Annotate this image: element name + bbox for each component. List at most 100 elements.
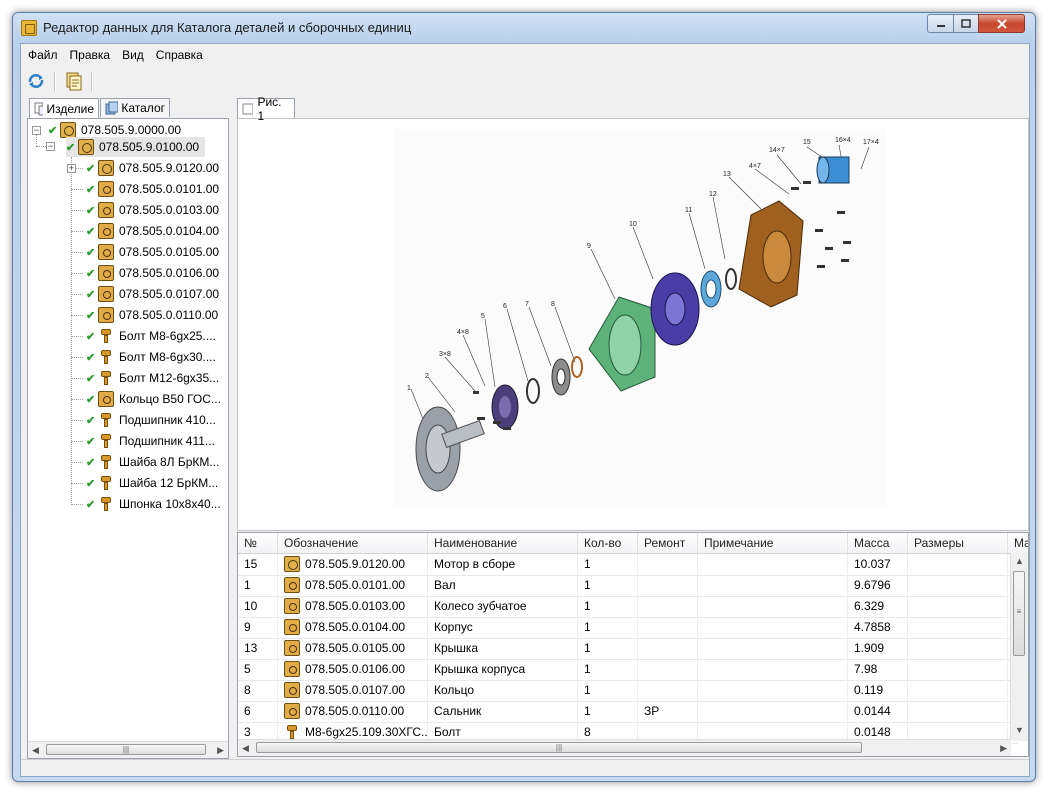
menu-help[interactable]: Справка bbox=[151, 48, 208, 62]
tree-item[interactable]: ✔ Болт М12-6gx35... bbox=[86, 368, 219, 388]
scroll-left-icon[interactable]: ◀ bbox=[32, 745, 39, 756]
tree-item[interactable]: ✔ 078.505.9.0120.00 bbox=[86, 158, 219, 178]
table-row[interactable]: 5 078.505.0.0106.00 Крышка корпуса 1 7.98 bbox=[238, 659, 1018, 681]
table-cell bbox=[908, 596, 1008, 617]
parts-table[interactable]: № Обозначение Наименование Кол-во Ремонт Прим… bbox=[237, 532, 1029, 757]
menu-view[interactable]: Вид bbox=[117, 48, 149, 62]
cell-text: 1 bbox=[584, 641, 591, 655]
table-cell bbox=[698, 617, 848, 638]
tree-item[interactable]: ✔ Шайба 12 БрКМ... bbox=[86, 473, 218, 493]
table-cell: 8 bbox=[238, 680, 278, 701]
right-tab-strip: Рис. 1 bbox=[237, 95, 1027, 123]
table-row[interactable]: 1 078.505.0.0101.00 Вал 1 9.6796 bbox=[238, 575, 1018, 597]
column-header[interactable]: Ремонт bbox=[638, 533, 698, 553]
table-cell bbox=[698, 596, 848, 617]
tree-item[interactable]: ✔ Болт М8-6gx25.... bbox=[86, 326, 216, 346]
tree-item-label: 078.505.9.0120.00 bbox=[119, 161, 220, 175]
table-cell: Крышка корпуса bbox=[428, 659, 578, 680]
tree-item[interactable]: ✔ Болт М8-6gx30.... bbox=[86, 347, 216, 367]
scroll-down-icon[interactable]: ▼ bbox=[1015, 725, 1024, 735]
table-row[interactable]: 8 078.505.0.0107.00 Кольцо 1 0.119 bbox=[238, 680, 1018, 702]
menu-edit[interactable]: Правка bbox=[65, 48, 116, 62]
tree-item[interactable]: ✔ 078.505.0.0110.00 bbox=[86, 305, 218, 325]
table-row[interactable]: 10 078.505.0.0103.00 Колесо зубчатое 1 6.329 bbox=[238, 596, 1018, 618]
catalog-button[interactable] bbox=[63, 70, 85, 92]
tree-item[interactable]: ✔ 078.505.0.0106.00 bbox=[86, 263, 219, 283]
tree-connector bbox=[71, 336, 83, 337]
tree-item[interactable]: ✔ 078.505.0.0101.00 bbox=[86, 179, 219, 199]
column-header[interactable]: Наименование bbox=[428, 533, 578, 553]
tree-item-label: Шайба 12 БрКМ... bbox=[119, 476, 219, 490]
title-bar[interactable]: Редактор данных для Каталога деталей и с… bbox=[13, 13, 1035, 43]
column-header[interactable]: Масса bbox=[848, 533, 908, 553]
tree-item[interactable]: ✔ 078.505.0.0107.00 bbox=[86, 284, 219, 304]
table-row[interactable]: 9 078.505.0.0104.00 Корпус 1 4.7858 bbox=[238, 617, 1018, 639]
maximize-icon bbox=[961, 19, 971, 28]
product-tree[interactable]: − ✔ 078.505.9.0000.00 − ✔ 078.505.9.0100… bbox=[27, 118, 229, 759]
table-horizontal-scrollbar[interactable]: ◀ ||| ▶ bbox=[238, 739, 1011, 756]
column-header[interactable]: Примечание bbox=[698, 533, 848, 553]
table-cell bbox=[698, 659, 848, 680]
tab-figure-1[interactable]: Рис. 1 bbox=[237, 95, 295, 123]
tree-item-label: Шайба 8Л БрКМ... bbox=[119, 455, 220, 469]
cell-text: 5 bbox=[244, 662, 251, 676]
tree-item[interactable]: ✔ 078.505.0.0103.00 bbox=[86, 200, 219, 220]
tree-item[interactable]: ✔ Подшипник 410... bbox=[86, 410, 216, 430]
tree-connector bbox=[36, 135, 37, 146]
collapse-toggle[interactable]: − bbox=[32, 126, 41, 135]
table-row[interactable]: 13 078.505.0.0105.00 Крышка 1 1.909 bbox=[238, 638, 1018, 660]
scrollbar-thumb[interactable]: ||| bbox=[46, 744, 206, 755]
tree-item[interactable]: ✔ 078.505.0.0105.00 bbox=[86, 242, 219, 262]
close-button[interactable] bbox=[978, 14, 1025, 33]
expand-toggle[interactable]: + bbox=[67, 164, 76, 173]
tree-item[interactable]: ✔ 078.505.0.0104.00 bbox=[86, 221, 219, 241]
minimize-button[interactable] bbox=[927, 14, 954, 33]
column-header[interactable]: Кол-во bbox=[578, 533, 638, 553]
drawing-viewport[interactable]: 1 2 3×8 4×8 5 6 7 8 9 10 11 12 13 4×7 14×7 15 16×4 17×4 bbox=[237, 118, 1029, 531]
cell-text: 1 bbox=[584, 578, 591, 592]
table-cell: 078.505.0.0110.00 bbox=[278, 701, 428, 722]
bolt-icon bbox=[98, 370, 114, 386]
table-cell: 0.0144 bbox=[848, 701, 908, 722]
table-cell: 078.505.0.0107.00 bbox=[278, 680, 428, 701]
part-icon bbox=[98, 265, 114, 281]
table-row[interactable]: 6 078.505.0.0110.00 Сальник 1 ЗР 0.0144 bbox=[238, 701, 1018, 723]
scrollbar-thumb[interactable]: ||| bbox=[256, 742, 862, 753]
cell-text: 3 bbox=[244, 725, 251, 739]
scroll-up-icon[interactable]: ▲ bbox=[1015, 556, 1024, 566]
scrollbar-thumb[interactable]: ≡ bbox=[1013, 571, 1025, 656]
part-icon bbox=[284, 681, 300, 698]
maximize-button[interactable] bbox=[953, 14, 979, 33]
tree-child-node[interactable]: ✔ 078.505.9.0100.00 bbox=[66, 137, 206, 157]
column-header[interactable]: № bbox=[238, 533, 278, 553]
tree-item-label: Болт М8-6gx30.... bbox=[119, 350, 216, 364]
cell-text: 1 bbox=[244, 578, 251, 592]
column-header[interactable]: Обозначение bbox=[278, 533, 428, 553]
table-cell: 1 bbox=[578, 575, 638, 596]
cell-text: 1 bbox=[584, 683, 591, 697]
collapse-toggle[interactable]: − bbox=[46, 142, 55, 151]
column-header[interactable]: Мате bbox=[1008, 533, 1028, 553]
tree-item[interactable]: ✔ Подшипник 411... bbox=[86, 431, 215, 451]
cell-text: 6.329 bbox=[854, 599, 885, 613]
tree-item[interactable]: ✔ Кольцо В50 ГОС... bbox=[86, 389, 221, 409]
check-icon: ✔ bbox=[86, 183, 96, 196]
refresh-button[interactable] bbox=[25, 70, 47, 92]
table-cell: 6 bbox=[238, 701, 278, 722]
menu-file[interactable]: Файл bbox=[23, 48, 63, 62]
tree-connector bbox=[71, 483, 83, 484]
scroll-right-icon[interactable]: ▶ bbox=[1000, 743, 1007, 754]
column-header[interactable]: Размеры bbox=[908, 533, 1008, 553]
scroll-left-icon[interactable]: ◀ bbox=[242, 743, 249, 754]
table-cell bbox=[908, 638, 1008, 659]
bolt-icon bbox=[98, 475, 114, 491]
part-icon bbox=[284, 702, 300, 719]
scroll-right-icon[interactable]: ▶ bbox=[217, 745, 224, 756]
tab-catalog[interactable]: Каталог bbox=[100, 98, 170, 117]
tree-horizontal-scrollbar[interactable]: ◀ ||| ▶ bbox=[28, 741, 228, 758]
table-vertical-scrollbar[interactable]: ▲ ≡ ▼ bbox=[1010, 553, 1028, 741]
tree-item[interactable]: ✔ Шайба 8Л БрКМ... bbox=[86, 452, 219, 472]
tab-product[interactable]: Изделие bbox=[29, 98, 99, 118]
tree-item[interactable]: ✔ Шпонка 10х8х40... bbox=[86, 494, 221, 514]
table-row[interactable]: 15 078.505.9.0120.00 Мотор в сборе 1 10.037 bbox=[238, 554, 1018, 576]
